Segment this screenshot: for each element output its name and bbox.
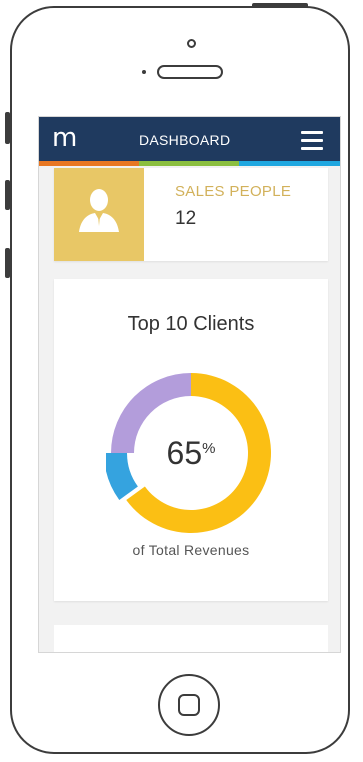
sales-people-card[interactable]: SALES PEOPLE 12: [54, 168, 328, 261]
page-title: DASHBOARD: [139, 132, 231, 148]
percent-symbol: %: [202, 440, 216, 457]
sales-people-count: 12: [175, 208, 197, 229]
app-logo-icon[interactable]: m: [52, 123, 77, 153]
screen: m DASHBOARD SALES PEOPLE 12 Top 10 Clien…: [38, 116, 341, 653]
percent-readout: 65%: [54, 435, 328, 472]
accent-strip-blue: [239, 161, 340, 166]
sales-icon-tile: [54, 168, 144, 261]
accent-strip-green: [139, 161, 239, 166]
sales-people-label: SALES PEOPLE: [175, 183, 292, 200]
home-button[interactable]: [158, 674, 220, 736]
top-clients-card[interactable]: Top 10 Clients 65% of Total Revenues: [54, 279, 328, 601]
sensor-dot: [142, 70, 146, 74]
percent-value: 65: [166, 435, 203, 471]
app-bar: m DASHBOARD: [39, 117, 340, 161]
person-icon: [79, 189, 119, 232]
camera-icon: [187, 39, 196, 48]
speaker-grille: [157, 65, 223, 79]
next-card: [54, 625, 328, 652]
card-title: Top 10 Clients: [127, 313, 255, 335]
chart-caption: of Total Revenues: [132, 542, 250, 558]
home-square-icon: [178, 694, 200, 716]
hamburger-menu-icon[interactable]: [301, 131, 323, 155]
accent-strip-orange: [39, 161, 139, 166]
